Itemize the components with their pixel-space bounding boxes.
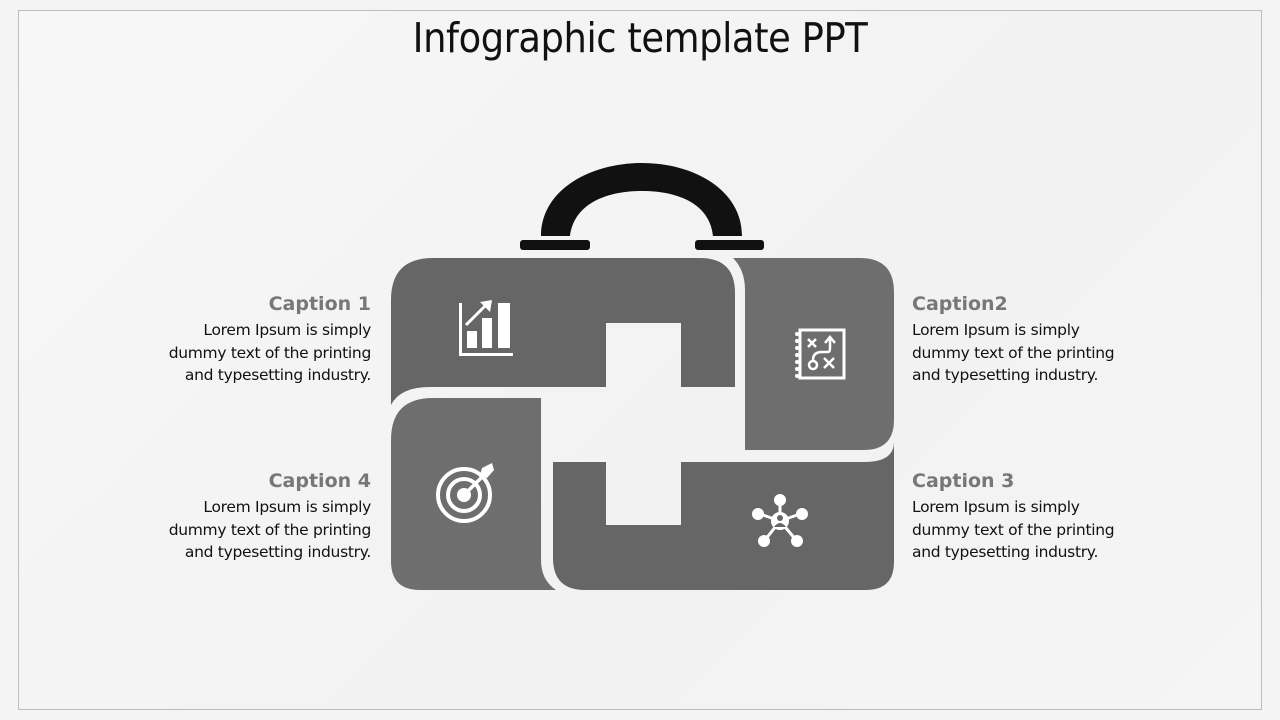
caption-body: Lorem Ipsum is simply dummy text of the … — [111, 319, 372, 387]
caption-title: Caption 4 — [268, 470, 371, 492]
caption-line: dummy text of the printing — [912, 520, 1115, 539]
briefcase-handle — [520, 163, 764, 250]
piece-caption-3 — [553, 442, 894, 590]
caption-line: Lorem Ipsum is simply — [203, 498, 371, 516]
caption-line: Lorem Ipsum is simply — [203, 321, 371, 339]
caption-line: Lorem Ipsum is simply — [912, 321, 1080, 339]
caption-body: Lorem Ipsum is simply dummy text of the … — [111, 496, 372, 564]
caption-block-4: Caption 4 Lorem Ipsum is simply dummy te… — [111, 469, 372, 564]
handle-foot-left — [520, 240, 590, 250]
caption-block-2: Caption2 Lorem Ipsum is simply dummy tex… — [912, 292, 1172, 387]
caption-line: and typesetting industry. — [184, 543, 371, 561]
caption-title: Caption 1 — [268, 293, 371, 315]
caption-line: and typesetting industry. — [912, 543, 1099, 561]
caption-line: dummy text of the printing — [912, 343, 1115, 362]
caption-body: Lorem Ipsum is simply dummy text of the … — [912, 496, 1172, 564]
caption-line: and typesetting industry. — [184, 366, 371, 384]
handle-foot-right — [695, 240, 764, 250]
caption-title: Caption 3 — [912, 470, 1015, 492]
caption-line: Lorem Ipsum is simply — [912, 498, 1080, 516]
caption-body: Lorem Ipsum is simply dummy text of the … — [912, 319, 1172, 387]
caption-block-3: Caption 3 Lorem Ipsum is simply dummy te… — [912, 469, 1172, 564]
piece-caption-4 — [391, 398, 556, 590]
caption-title: Caption2 — [912, 293, 1008, 315]
handle-arc — [541, 163, 742, 236]
piece-caption-1 — [391, 258, 735, 405]
caption-line: and typesetting industry. — [912, 366, 1099, 384]
caption-line: dummy text of the printing — [168, 520, 372, 539]
caption-block-1: Caption 1 Lorem Ipsum is simply dummy te… — [111, 292, 372, 387]
caption-line: dummy text of the printing — [168, 343, 372, 362]
